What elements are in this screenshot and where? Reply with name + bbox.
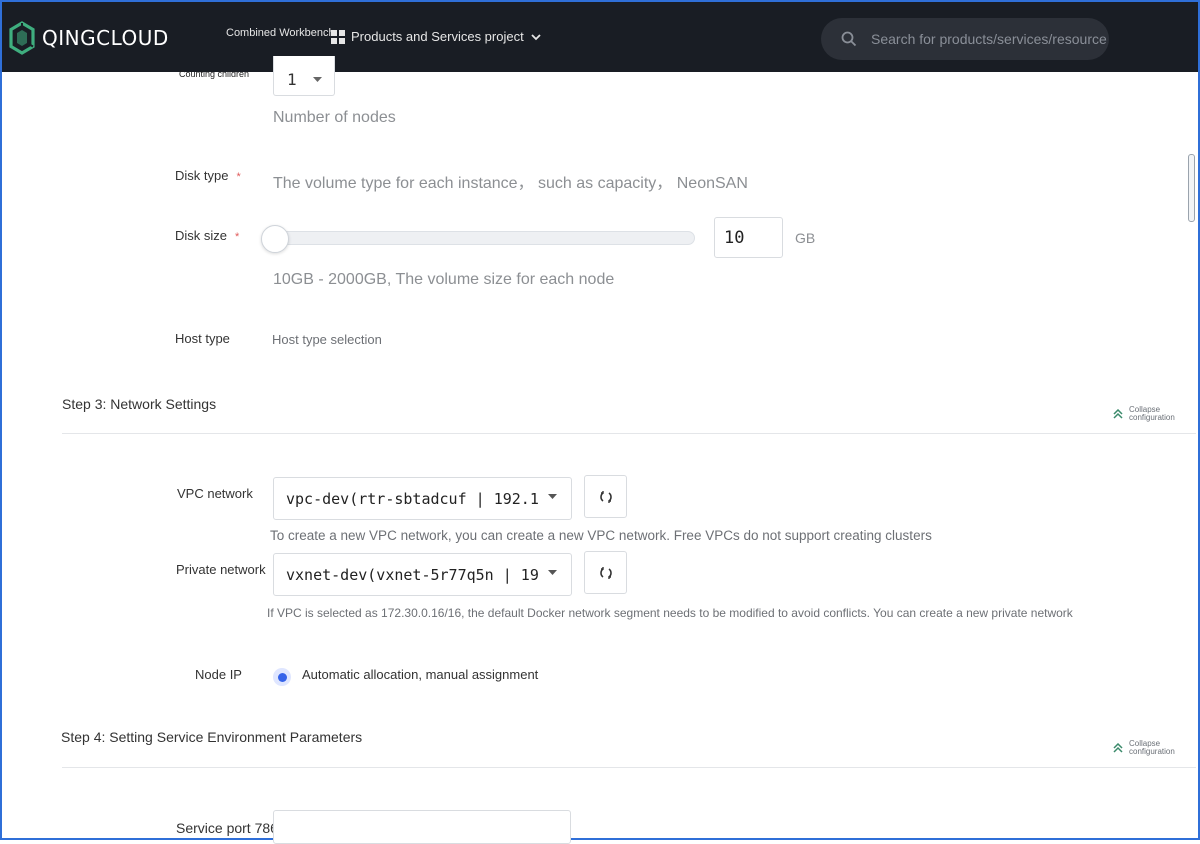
nav-products-services-project[interactable]: Products and Services project	[331, 29, 542, 44]
host-type-hint[interactable]: Host type selection	[272, 332, 382, 347]
disk-size-label-text: Disk size	[175, 228, 228, 243]
chevron-down-icon	[531, 33, 541, 40]
collapse-configuration-label: Collapse configuration	[1129, 739, 1175, 756]
vpc-refresh-button[interactable]	[584, 475, 627, 518]
node-count-hint: Number of nodes	[273, 109, 396, 126]
step4-title: Step 4: Setting Service Environment Para…	[61, 729, 363, 745]
required-mark: *	[235, 231, 240, 243]
required-mark: *	[236, 171, 241, 183]
disk-size-slider-handle[interactable]	[261, 225, 289, 253]
node-ip-radio[interactable]	[273, 668, 291, 686]
host-type-label: Host type	[175, 331, 230, 346]
refresh-icon	[599, 490, 612, 503]
private-network-label: Private network	[176, 562, 266, 577]
qingcloud-logo-icon	[9, 21, 35, 55]
disk-size-label: Disk size *	[175, 228, 239, 243]
vpc-network-label: VPC network	[177, 486, 253, 501]
collapse-configuration-label: Collapse configuration	[1129, 405, 1175, 422]
service-port-input[interactable]	[273, 810, 571, 844]
vpc-network-value: vpc-dev(rtr-sbtadcuf | 192.168.0.1)	[286, 489, 538, 508]
private-network-hint: If VPC is selected as 172.30.0.16/16, th…	[267, 606, 1073, 620]
section-divider	[62, 767, 1196, 768]
brand-name: QINGCLOUD	[42, 26, 169, 50]
disk-type-hint: The volume type for each instance， such …	[273, 175, 748, 192]
disk-size-unit: GB	[795, 230, 816, 246]
node-count-select[interactable]: 1	[273, 56, 335, 96]
caret-down-icon	[548, 570, 557, 575]
brand-logo[interactable]: QINGCLOUD	[8, 21, 169, 55]
disk-size-input[interactable]	[714, 217, 783, 258]
global-search[interactable]	[821, 18, 1109, 60]
private-network-select[interactable]: vxnet-dev(vxnet-5r77q5n | 192.168.0.0/24…	[273, 553, 572, 596]
radio-selected-dot	[277, 672, 287, 682]
node-ip-label: Node IP	[195, 667, 242, 682]
disk-size-slider[interactable]	[265, 231, 695, 245]
double-chevron-up-icon	[1113, 743, 1123, 753]
vpc-network-hint: To create a new VPC network, you can cre…	[270, 528, 932, 543]
section-divider	[62, 433, 1196, 434]
double-chevron-up-icon	[1113, 409, 1123, 419]
scrollbar-thumb[interactable]	[1188, 154, 1195, 222]
nav-combined-workbench[interactable]: Combined Workbench	[226, 27, 335, 39]
disk-size-hint: 10GB - 2000GB, The volume size for each …	[273, 271, 615, 288]
grid-icon	[331, 29, 345, 44]
search-icon	[841, 31, 857, 47]
nav-products-label: Products and Services project	[351, 29, 524, 44]
caret-down-icon	[313, 77, 322, 82]
refresh-icon	[599, 566, 612, 579]
step3-collapse-toggle[interactable]: Collapse configuration	[1113, 406, 1183, 422]
private-network-refresh-button[interactable]	[584, 551, 627, 594]
node-count-value: 1	[287, 70, 297, 89]
top-navigation-bar: QINGCLOUD Combined Workbench Products an…	[0, 0, 1200, 72]
private-network-value: vxnet-dev(vxnet-5r77q5n | 192.168.0.0/24…	[286, 565, 538, 584]
disk-type-label-text: Disk type	[175, 168, 229, 183]
step3-title: Step 3: Network Settings	[62, 396, 217, 412]
counting-children-label: Counting children	[179, 69, 250, 79]
caret-down-icon	[548, 494, 557, 499]
step4-collapse-toggle[interactable]: Collapse configuration	[1113, 740, 1183, 756]
search-input[interactable]	[869, 30, 1109, 48]
vpc-network-select[interactable]: vpc-dev(rtr-sbtadcuf | 192.168.0.1)	[273, 477, 572, 520]
disk-type-label: Disk type *	[175, 168, 241, 183]
service-port-label: Service port 7860	[176, 820, 286, 836]
node-ip-option-label[interactable]: Automatic allocation, manual assignment	[302, 667, 538, 682]
